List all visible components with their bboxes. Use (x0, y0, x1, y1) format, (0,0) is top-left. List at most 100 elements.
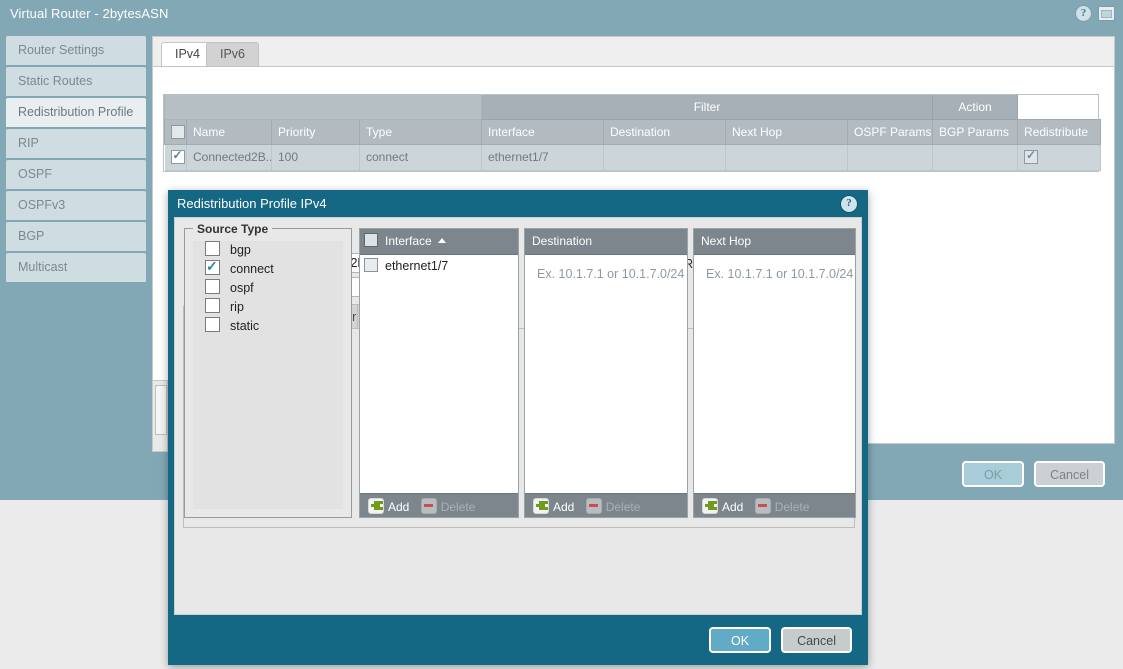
window-footer-buttons: OK Cancel (962, 461, 1105, 487)
option-label: ospf (230, 281, 254, 295)
sidebar-item-router-settings[interactable]: Router Settings (6, 36, 146, 65)
source-type-option-ospf[interactable]: ospf (193, 279, 343, 298)
window-cancel-button[interactable]: Cancel (1034, 461, 1105, 487)
sidebar-item-label: BGP (18, 229, 44, 243)
interface-select-all-checkbox[interactable] (364, 233, 378, 247)
plus-icon (702, 498, 718, 514)
sidebar-item-ospf[interactable]: OSPF (6, 160, 146, 189)
option-label: static (230, 319, 259, 333)
minus-icon (421, 498, 437, 514)
source-type-option-connect[interactable]: connect (193, 260, 343, 279)
destination-placeholder: Ex. 10.1.7.1 or 10.1.7.0/24 (525, 255, 687, 281)
dialog-cancel-button[interactable]: Cancel (781, 627, 852, 653)
destination-delete-button[interactable]: Delete (586, 498, 641, 515)
option-label: connect (230, 262, 274, 276)
dialog-footer: OK Cancel (168, 615, 868, 665)
table-group-header-row: Filter Action (165, 95, 1101, 119)
sidebar-item-bgp[interactable]: BGP (6, 222, 146, 251)
add-label: Add (553, 500, 574, 514)
next-hop-add-button[interactable]: Add (702, 498, 743, 515)
cell-priority: 100 (272, 144, 360, 170)
sidebar-item-label: Router Settings (18, 43, 104, 57)
next-hop-panel-header[interactable]: Next Hop (694, 229, 855, 255)
select-all-checkbox[interactable] (171, 125, 185, 139)
column-header-ospf-params[interactable]: OSPF Params (848, 119, 933, 144)
interface-panel-header[interactable]: Interface (360, 229, 518, 255)
content-scrollbar[interactable] (152, 380, 168, 452)
delete-label: Delete (441, 500, 476, 514)
column-header-interface[interactable]: Interface (482, 119, 604, 144)
interface-add-button[interactable]: Add (368, 498, 409, 515)
plus-icon (368, 498, 384, 514)
option-label: bgp (230, 243, 251, 257)
sidebar-item-ospfv3[interactable]: OSPFv3 (6, 191, 146, 220)
help-icon[interactable]: ? (840, 195, 858, 213)
sidebar-item-multicast[interactable]: Multicast (6, 253, 146, 282)
sidebar: Router Settings Static Routes Redistribu… (0, 36, 152, 284)
interface-panel: Interface ethernet1/7 Add Delete (359, 228, 519, 518)
destination-panel: Destination Ex. 10.1.7.1 or 10.1.7.0/24 … (524, 228, 688, 518)
sidebar-item-label: Static Routes (18, 74, 92, 88)
next-hop-header-label: Next Hop (701, 234, 751, 248)
row-select-checkbox[interactable] (171, 150, 185, 164)
column-header-name[interactable]: Name (187, 119, 272, 144)
column-header-priority[interactable]: Priority (272, 119, 360, 144)
sidebar-item-redistribution-profile[interactable]: Redistribution Profile (6, 98, 146, 127)
source-type-option-static[interactable]: static (193, 317, 343, 336)
column-header-bgp-params[interactable]: BGP Params (933, 119, 1018, 144)
cell-type: connect (360, 144, 482, 170)
select-all-header[interactable] (165, 119, 187, 144)
list-item[interactable]: ethernet1/7 (360, 255, 518, 277)
interface-row-checkbox[interactable] (364, 258, 378, 272)
titlebar-icon-group: ? (1075, 5, 1115, 22)
checkbox-bgp[interactable] (205, 241, 220, 256)
dialog-ok-button[interactable]: OK (709, 627, 771, 653)
column-header-type[interactable]: Type (360, 119, 482, 144)
cell-next-hop (726, 144, 848, 170)
sidebar-item-label: RIP (18, 136, 39, 150)
interface-header-label: Interface (385, 234, 432, 248)
group-header-blank (165, 95, 482, 119)
destination-panel-header[interactable]: Destination (525, 229, 687, 255)
dialog-title: Redistribution Profile IPv4 (177, 196, 327, 211)
column-header-next-hop[interactable]: Next Hop (726, 119, 848, 144)
plus-icon (533, 498, 549, 514)
sidebar-item-label: Redistribution Profile (18, 105, 133, 119)
redistribute-checkbox[interactable] (1024, 150, 1038, 164)
minus-icon (586, 498, 602, 514)
tab-ipv6[interactable]: IPv6 (206, 42, 259, 66)
sidebar-item-label: OSPFv3 (18, 198, 65, 212)
interface-delete-button[interactable]: Delete (421, 498, 476, 515)
delete-label: Delete (775, 500, 810, 514)
window-icon[interactable] (1098, 6, 1115, 21)
add-label: Add (388, 500, 409, 514)
redistribution-profile-table: Filter Action Name Priority Type Interfa… (163, 94, 1099, 172)
checkbox-connect[interactable] (205, 260, 220, 275)
sidebar-item-static-routes[interactable]: Static Routes (6, 67, 146, 96)
help-icon[interactable]: ? (1075, 5, 1092, 22)
cell-destination (604, 144, 726, 170)
column-header-redistribute[interactable]: Redistribute (1018, 119, 1101, 144)
scrollbar-thumb[interactable] (155, 385, 167, 435)
sort-ascending-icon (438, 238, 446, 243)
interface-panel-footer: Add Delete (360, 493, 518, 517)
minus-icon (755, 498, 771, 514)
sidebar-item-rip[interactable]: RIP (6, 129, 146, 158)
window-titlebar: Virtual Router - 2bytesASN ? (0, 0, 1123, 28)
source-type-option-rip[interactable]: rip (193, 298, 343, 317)
row-select-cell[interactable] (165, 144, 187, 170)
checkbox-static[interactable] (205, 317, 220, 332)
destination-add-button[interactable]: Add (533, 498, 574, 515)
source-type-legend: Source Type (193, 222, 272, 236)
window-ok-button[interactable]: OK (962, 461, 1024, 487)
column-header-destination[interactable]: Destination (604, 119, 726, 144)
cell-redistribute (1018, 144, 1101, 170)
destination-panel-footer: Add Delete (525, 493, 687, 517)
option-label: rip (230, 300, 244, 314)
table-row[interactable]: Connected2B... 100 connect ethernet1/7 (165, 144, 1101, 170)
checkbox-ospf[interactable] (205, 279, 220, 294)
source-type-fieldset: Source Type bgp connect ospf rip (184, 228, 352, 518)
sidebar-item-label: OSPF (18, 167, 52, 181)
checkbox-rip[interactable] (205, 298, 220, 313)
next-hop-delete-button[interactable]: Delete (755, 498, 810, 515)
